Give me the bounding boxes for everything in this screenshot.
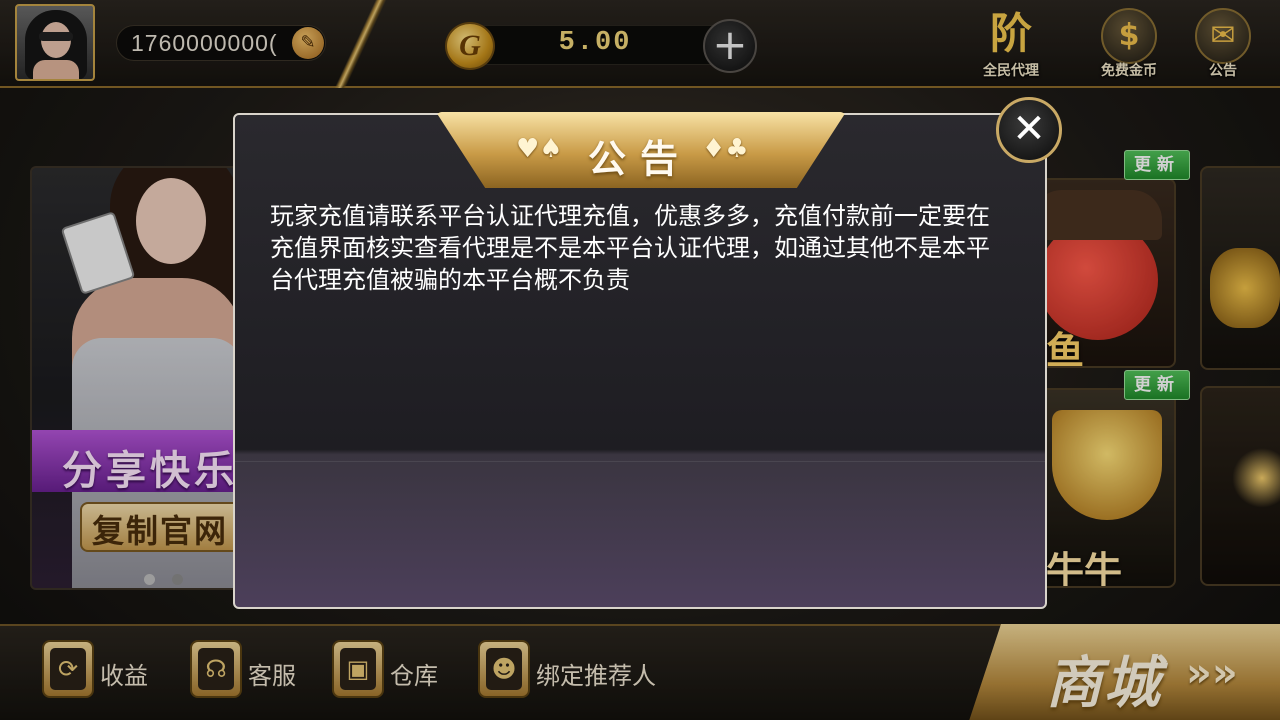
card-suits-icon: ♥♠ bbox=[516, 134, 563, 164]
close-button[interactable]: ✕ bbox=[996, 97, 1062, 163]
announcement-text: 玩家充值请联系平台认证代理充值，优惠多多，充值付款前一定要在充值界面核实查看代理… bbox=[270, 202, 990, 294]
card-suits-icon: ♦♣ bbox=[702, 134, 749, 164]
close-icon: ✕ bbox=[1012, 106, 1046, 152]
dialog-title: 公告 bbox=[588, 137, 693, 181]
divider bbox=[235, 461, 1045, 462]
game-lobby: 1760000000( ✎ G 5.00 + 阶 全民代理 $ 免费金币 ✉ 公… bbox=[0, 0, 1280, 720]
